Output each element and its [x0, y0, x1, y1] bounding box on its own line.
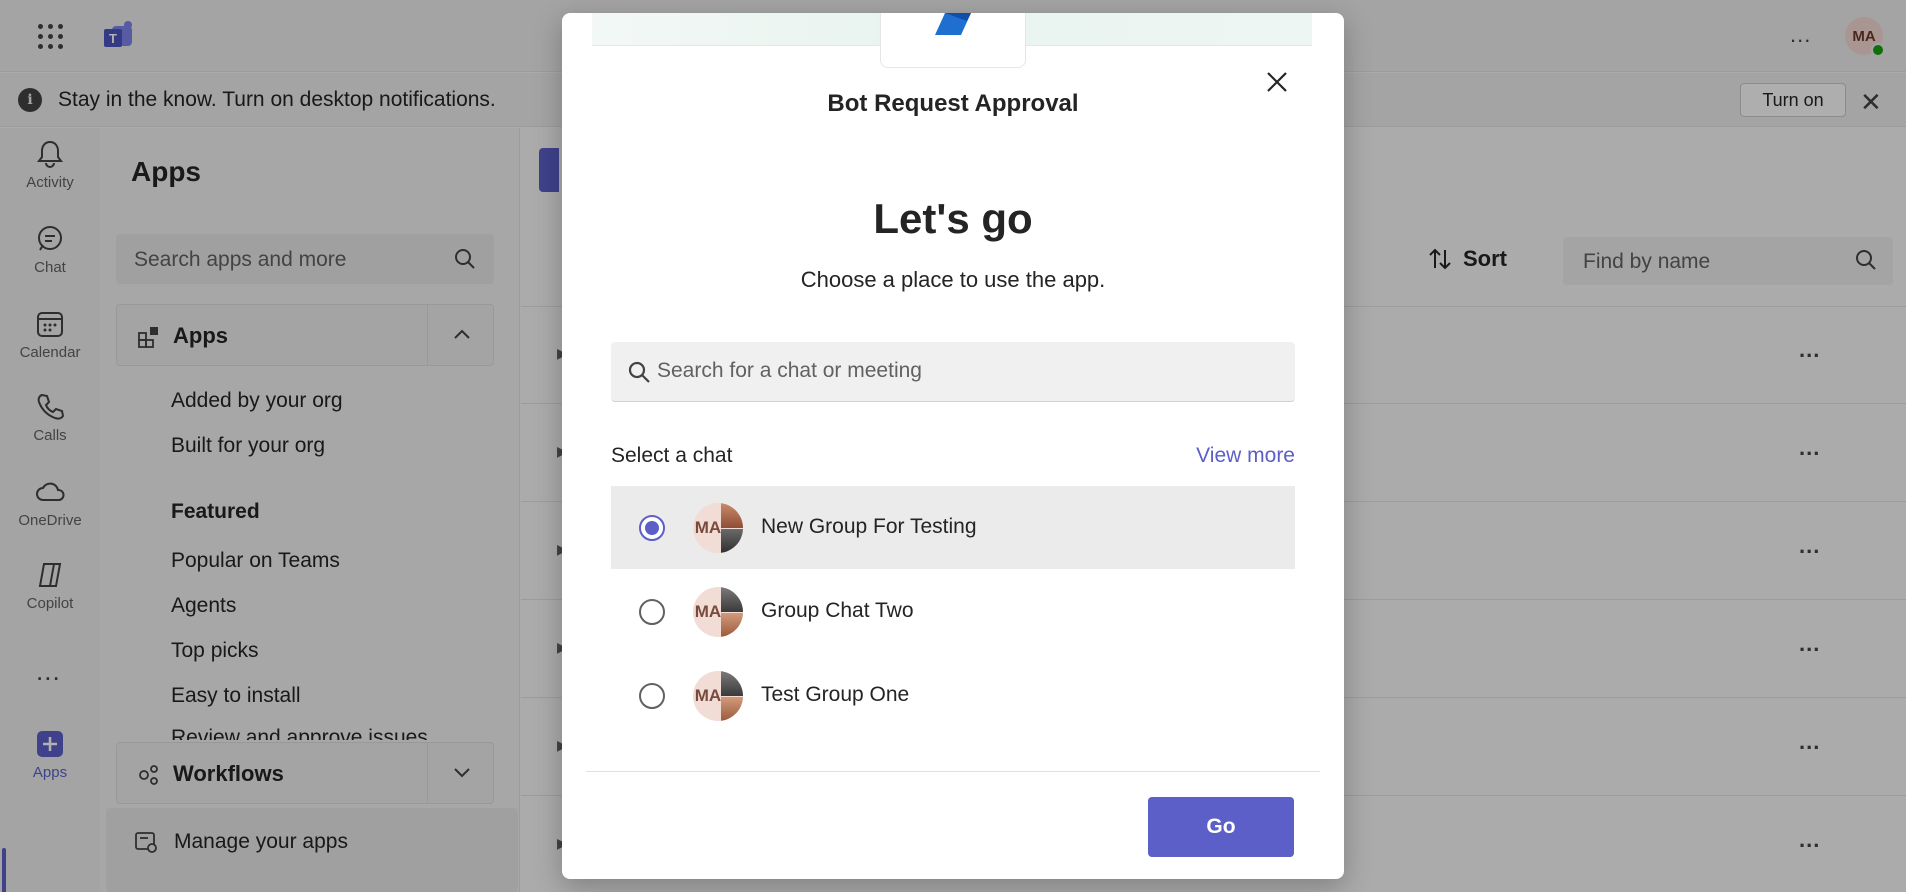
- group-avatar: MA: [693, 587, 743, 637]
- chat-option-new-group-for-testing[interactable]: MA New Group For Testing: [611, 486, 1295, 569]
- view-more-link[interactable]: View more: [1196, 444, 1295, 468]
- member-photo: [721, 529, 743, 553]
- radio-unselected[interactable]: [639, 599, 665, 625]
- member-photo: [721, 613, 743, 637]
- avatar-initials: MA: [694, 602, 722, 621]
- divider: [586, 771, 1320, 772]
- chat-search-input[interactable]: [657, 342, 1277, 400]
- chat-name: Test Group One: [761, 683, 910, 706]
- avatar-initials: MA: [694, 686, 722, 705]
- go-button[interactable]: Go: [1148, 797, 1294, 857]
- app-logo-icon: [935, 13, 971, 35]
- avatar-initials: MA: [694, 518, 722, 537]
- group-avatar: MA: [693, 503, 743, 553]
- chat-search-field[interactable]: [611, 342, 1295, 402]
- member-photo: [721, 671, 743, 696]
- member-photo: [721, 697, 743, 721]
- chat-name: Group Chat Two: [761, 599, 914, 622]
- app-logo-tile: [880, 13, 1026, 68]
- search-icon: [628, 361, 650, 383]
- dialog-subtitle: Choose a place to use the app.: [800, 267, 1106, 292]
- group-avatar: MA: [693, 671, 743, 721]
- member-photo: [721, 503, 743, 528]
- radio-selected[interactable]: [639, 515, 665, 541]
- chat-name: New Group For Testing: [761, 515, 977, 538]
- app-name: Bot Request Approval: [827, 90, 1079, 117]
- add-app-dialog: Bot Request Approval Let's go Choose a p…: [562, 13, 1344, 879]
- dialog-title: Let's go: [873, 195, 1033, 242]
- member-photo: [721, 587, 743, 612]
- radio-unselected[interactable]: [639, 683, 665, 709]
- chat-option-group-chat-two[interactable]: MA Group Chat Two: [611, 570, 1295, 653]
- select-chat-label: Select a chat: [611, 444, 733, 467]
- chat-option-test-group-one[interactable]: MA Test Group One: [611, 654, 1295, 737]
